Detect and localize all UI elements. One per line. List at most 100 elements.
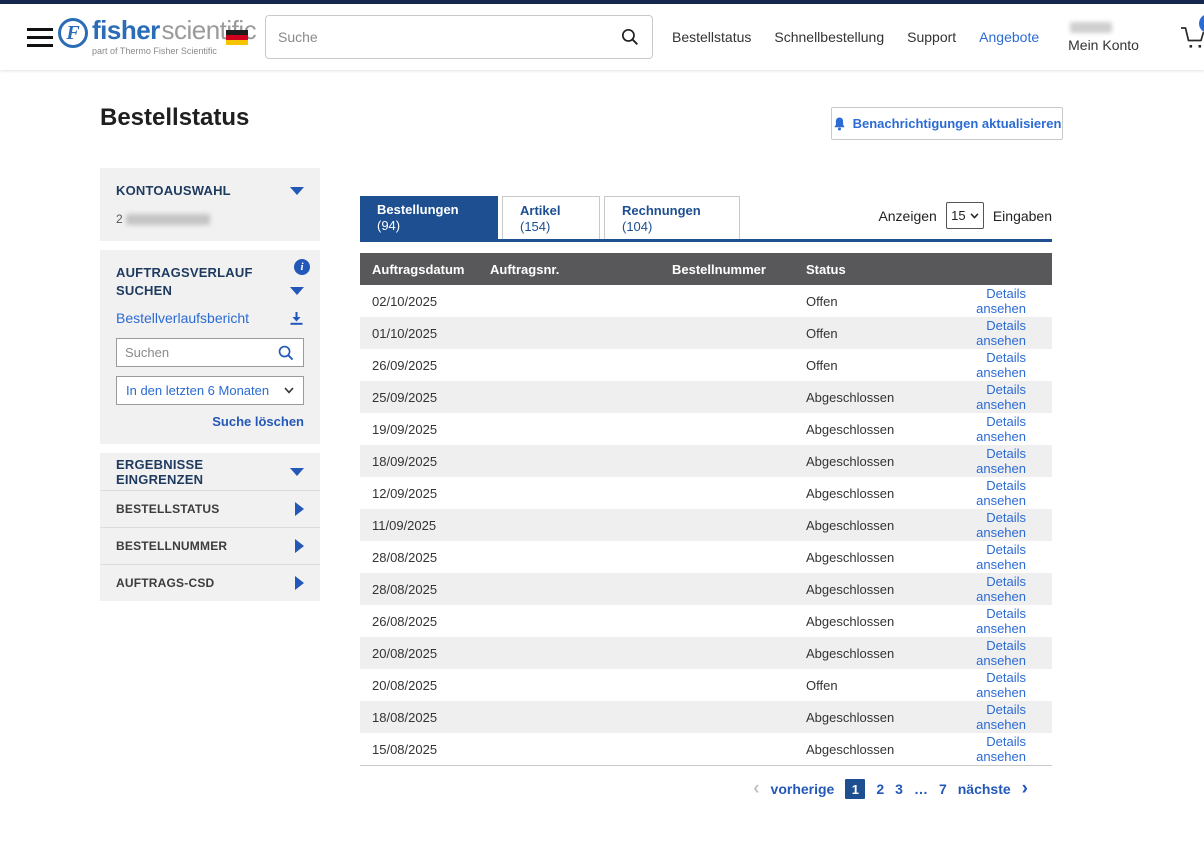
sidebar: KONTOAUSWAHL 2 i AUFTRAGSVERLAUF SUCHEN … (100, 168, 320, 610)
pagination: ‹ vorherige 123 … 7 nächste › (360, 779, 1052, 799)
table-row: 01/10/2025OffenDetails ansehen (360, 317, 1052, 349)
order-history-title-line1: AUFTRAGSVERLAUF (116, 265, 304, 280)
details-link[interactable]: Details ansehen (976, 446, 1026, 476)
page-link[interactable]: 7 (939, 781, 947, 797)
refine-results-header[interactable]: ERGEBNISSE EINGRENZEN (100, 453, 320, 490)
account-selection-header[interactable]: KONTOAUSWAHL (116, 183, 304, 198)
page-link[interactable]: 3 (895, 781, 903, 797)
order-date-cell: 26/09/2025 (360, 358, 490, 373)
order-status-cell: Abgeschlossen (806, 742, 947, 757)
order-date-cell: 18/08/2025 (360, 710, 490, 725)
header-search (265, 15, 653, 59)
details-link[interactable]: Details ansehen (976, 542, 1026, 572)
details-link[interactable]: Details ansehen (976, 638, 1026, 668)
details-link[interactable]: Details ansehen (976, 478, 1026, 508)
order-date-cell: 26/08/2025 (360, 614, 490, 629)
table-row: 02/10/2025 Offen Details ansehen (360, 285, 1052, 317)
nav-support[interactable]: Support (907, 29, 956, 45)
details-link[interactable]: Details ansehen (976, 414, 1026, 444)
order-history-header[interactable]: SUCHEN (116, 283, 304, 298)
order-history-report-link[interactable]: Bestellverlaufsbericht (116, 310, 249, 326)
order-date-cell: 12/09/2025 (360, 486, 490, 501)
col-auftragsnr: Auftragsnr. (490, 262, 672, 277)
tab-artikel[interactable]: Artikel (154) (502, 196, 600, 239)
order-date-cell: 02/10/2025 (360, 294, 490, 309)
info-icon[interactable]: i (294, 259, 310, 275)
table-row: 18/08/2025AbgeschlossenDetails ansehen (360, 701, 1052, 733)
nav-schnellbestellung[interactable]: Schnellbestellung (774, 29, 884, 45)
col-auftragsdatum: Auftragsdatum (360, 262, 490, 277)
details-link[interactable]: Details ansehen (976, 670, 1026, 700)
order-date-cell: 19/09/2025 (360, 422, 490, 437)
logo-tagline: part of Thermo Fisher Scientific (92, 46, 256, 56)
order-status-cell: Abgeschlossen (806, 582, 947, 597)
details-link[interactable]: Details ansehen (976, 286, 1026, 316)
nav-bestellstatus[interactable]: Bestellstatus (672, 29, 751, 45)
details-link[interactable]: Details ansehen (976, 574, 1026, 604)
details-link[interactable]: Details ansehen (976, 318, 1026, 348)
prev-page-link[interactable]: vorherige (771, 781, 835, 797)
filter-bestellstatus[interactable]: BESTELLSTATUS (100, 490, 320, 527)
main-content: Bestellungen (94) Artikel (154) Rechnung… (360, 196, 1052, 799)
date-range-select[interactable]: In den letzten 6 Monaten (116, 376, 304, 405)
german-flag-icon[interactable] (226, 30, 248, 45)
order-status-cell: Offen (806, 678, 947, 693)
search-icon[interactable] (620, 27, 640, 47)
order-date-cell: 11/09/2025 (360, 518, 490, 533)
chevron-right-icon (295, 502, 304, 516)
order-date-cell: 20/08/2025 (360, 646, 490, 661)
page-link[interactable]: 2 (876, 781, 884, 797)
table-row: 26/09/2025OffenDetails ansehen (360, 349, 1052, 381)
order-history-title-line2: SUCHEN (116, 283, 172, 298)
tab-rechnungen[interactable]: Rechnungen (104) (604, 196, 740, 239)
search-input[interactable] (278, 29, 620, 45)
current-page: 1 (845, 779, 865, 799)
site-header: F fisher scientific part of Thermo Fishe… (0, 4, 1204, 70)
page-title: Bestellstatus (100, 104, 249, 132)
table-row: 18/09/2025AbgeschlossenDetails ansehen (360, 445, 1052, 477)
page-size-select[interactable]: 15 (946, 202, 984, 229)
details-link[interactable]: Details ansehen (976, 510, 1026, 540)
tab-bestellungen[interactable]: Bestellungen (94) (360, 196, 498, 239)
table-row: 20/08/2025AbgeschlossenDetails ansehen (360, 637, 1052, 669)
order-date-cell: 25/09/2025 (360, 390, 490, 405)
tabs: Bestellungen (94) Artikel (154) Rechnung… (360, 196, 1052, 242)
bell-icon (833, 117, 846, 131)
clear-search-link[interactable]: Suche löschen (116, 414, 304, 429)
details-link[interactable]: Details ansehen (976, 350, 1026, 380)
details-link[interactable]: Details ansehen (976, 734, 1026, 764)
show-label: Anzeigen (878, 208, 936, 224)
col-bestellnummer: Bestellnummer (672, 262, 806, 277)
details-link[interactable]: Details ansehen (976, 382, 1026, 412)
order-status-cell: Offen (806, 294, 947, 309)
filter-auftrags-csd[interactable]: AUFTRAGS-CSD (100, 564, 320, 601)
order-date-cell: 28/08/2025 (360, 550, 490, 565)
page-ellipsis: … (914, 781, 928, 797)
redacted-account-number (126, 214, 210, 225)
update-notifications-button[interactable]: Benachrichtigungen aktualisieren (831, 107, 1063, 140)
order-date-cell: 28/08/2025 (360, 582, 490, 597)
sidebar-search-input[interactable] (125, 345, 277, 360)
next-page-link[interactable]: nächste (958, 781, 1011, 797)
hamburger-menu-icon[interactable] (27, 28, 53, 47)
order-date-cell: 20/08/2025 (360, 678, 490, 693)
nav-angebote[interactable]: Angebote (979, 29, 1039, 45)
selected-account: 2 (116, 212, 304, 226)
order-status-cell: Abgeschlossen (806, 422, 947, 437)
prev-page-icon[interactable]: ‹ (753, 782, 759, 796)
page-size-control: Anzeigen 15 Eingaben (878, 202, 1052, 229)
details-link[interactable]: Details ansehen (976, 606, 1026, 636)
next-page-icon[interactable]: › (1022, 782, 1028, 796)
chevron-right-icon (295, 539, 304, 553)
cart-button[interactable]: 1 (1178, 23, 1204, 51)
order-status-cell: Offen (806, 326, 947, 341)
order-status-cell: Abgeschlossen (806, 454, 947, 469)
header-nav: Bestellstatus Schnellbestellung Support … (672, 4, 1204, 70)
table-row: 20/08/2025 Offen Details ansehen (360, 669, 1052, 701)
filter-bestellnummer[interactable]: BESTELLNUMMER (100, 527, 320, 564)
account-menu[interactable]: Mein Konto (1068, 22, 1139, 53)
order-status-cell: Abgeschlossen (806, 614, 947, 629)
download-icon[interactable] (289, 311, 304, 326)
details-link[interactable]: Details ansehen (976, 702, 1026, 732)
search-icon[interactable] (277, 344, 295, 362)
